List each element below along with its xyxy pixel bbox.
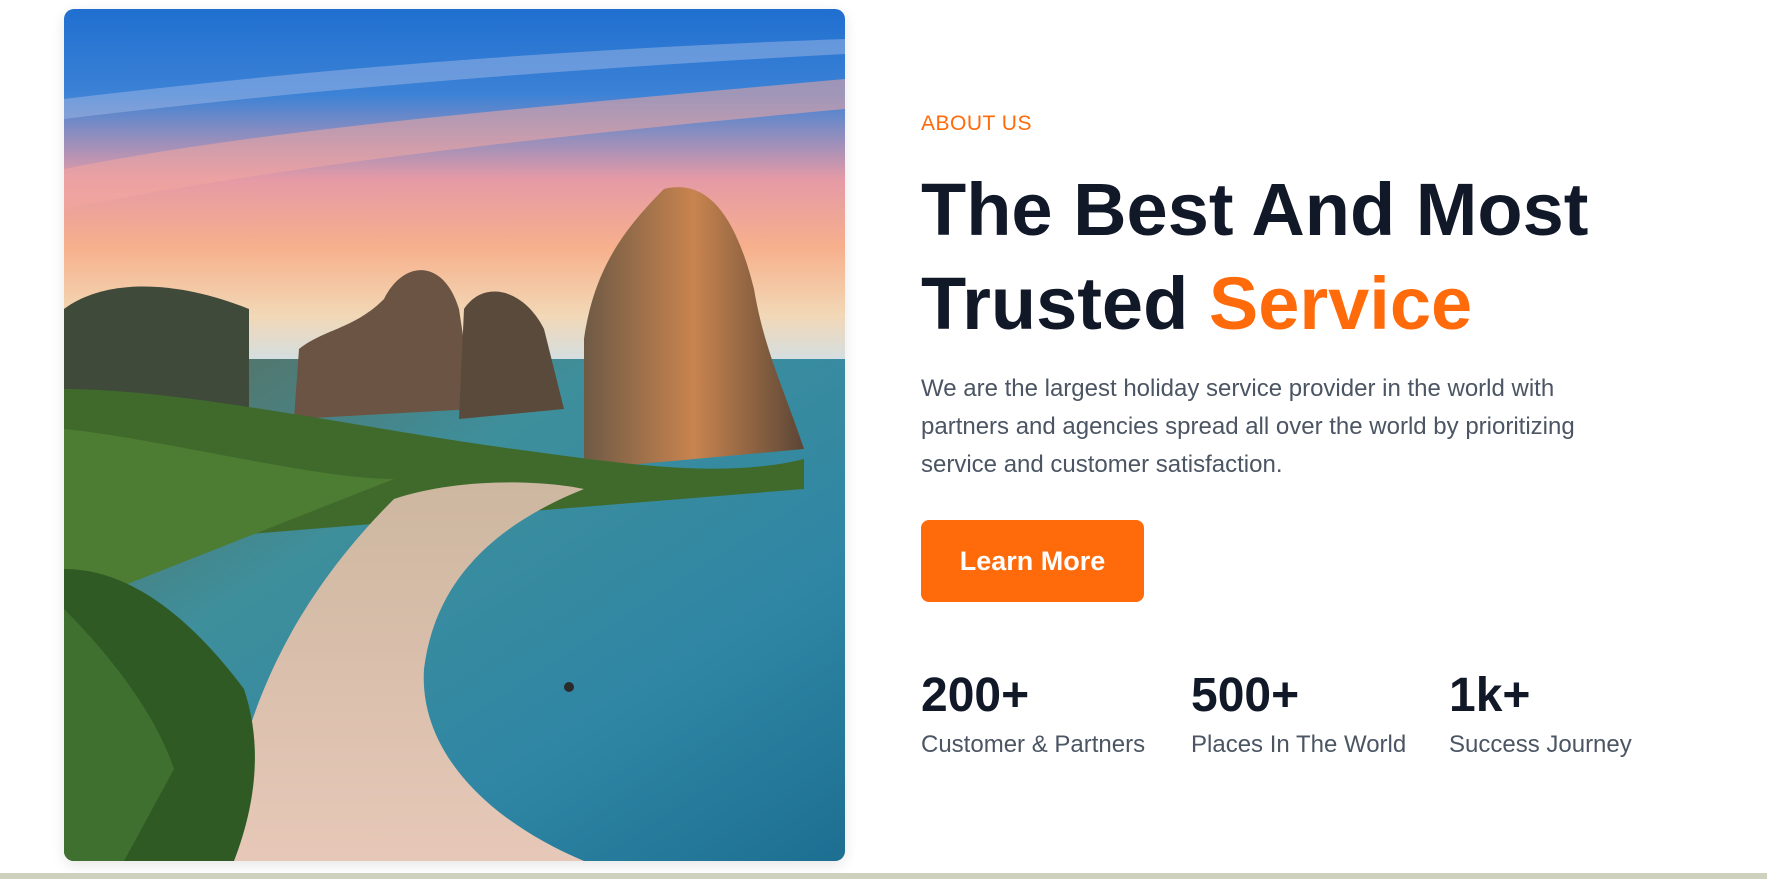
learn-more-button[interactable]: Learn More <box>921 520 1144 602</box>
headline-accent: Service <box>1208 262 1473 345</box>
stat-label: Success Journey <box>1449 731 1632 758</box>
stat-places: 500+ Places In The World <box>1191 668 1406 760</box>
section-headline: The Best And Most Trusted Service <box>921 163 1588 351</box>
stat-label: Places In The World <box>1191 731 1407 758</box>
headline-line-1: The Best And Most <box>921 168 1589 251</box>
section-divider <box>0 873 1767 879</box>
stat-value: 1k+ <box>1449 669 1531 722</box>
stat-customers: 200+ Customer & Partners <box>921 668 1145 760</box>
stat-value: 500+ <box>1191 669 1300 722</box>
section-eyebrow: ABOUT US <box>921 112 1032 135</box>
about-section: ABOUT US The Best And Most Trusted Servic… <box>0 0 1767 879</box>
section-description: We are the largest holiday service provi… <box>921 375 1575 478</box>
beach-cliffs-photo <box>64 9 845 861</box>
stat-label: Customer & Partners <box>921 731 1146 758</box>
headline-line-2: Trusted <box>921 262 1209 345</box>
stat-value: 200+ <box>921 669 1030 722</box>
stat-journeys: 1k+ Success Journey <box>1449 668 1632 760</box>
